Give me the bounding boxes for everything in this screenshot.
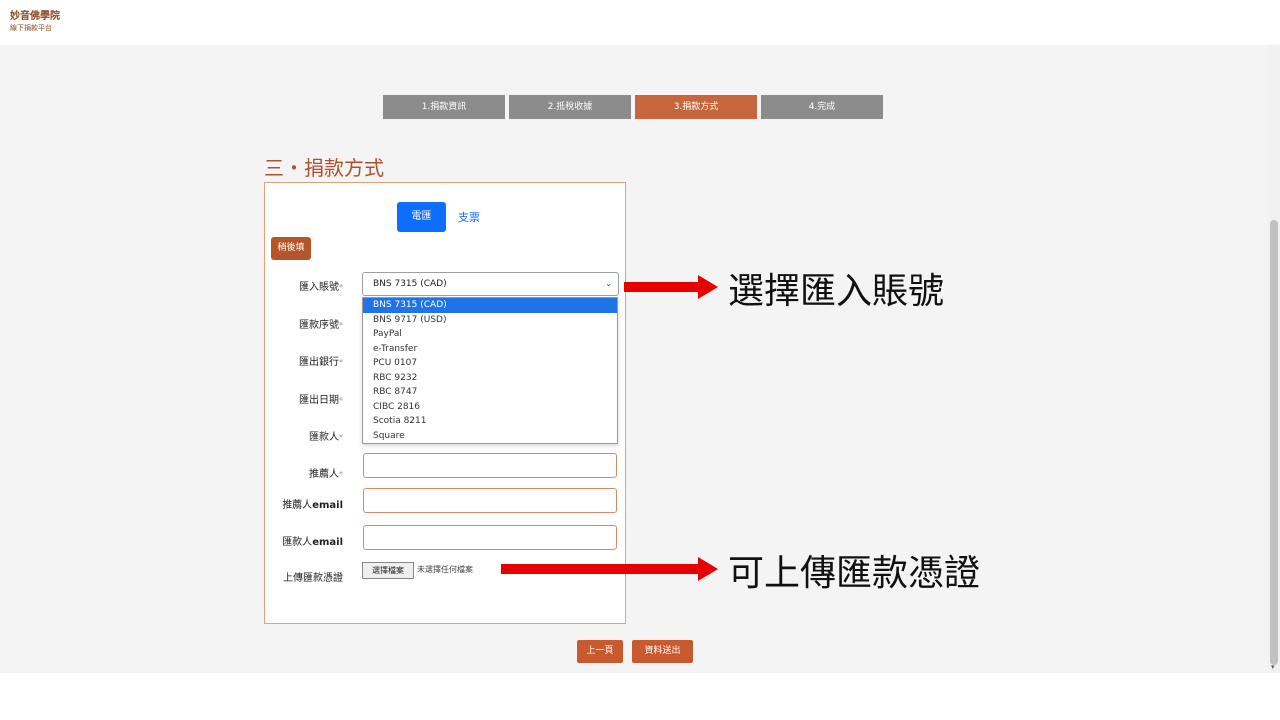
no-file-text: 未選擇任何檔案	[417, 565, 473, 574]
scrollbar-thumb[interactable]	[1270, 220, 1278, 665]
remitter-email-label: 匯款人email	[282, 537, 343, 548]
fill-later-button[interactable]: 稍後填	[271, 237, 311, 260]
serial-label: 匯款序號*	[299, 320, 343, 331]
chevron-down-icon: ⌄	[605, 279, 612, 288]
referrer-label: 推薦人*	[309, 469, 343, 480]
account-label: 匯入賬號*	[299, 282, 343, 293]
account-select[interactable]: BNS 7315 (CAD) ⌄	[362, 272, 619, 296]
remitter-label: 匯款人*	[309, 432, 343, 443]
vertical-scrollbar[interactable]: ▾	[1268, 45, 1280, 673]
submit-button[interactable]: 資料送出	[632, 640, 693, 663]
dropdown-option[interactable]: RBC 9232	[363, 371, 617, 386]
brand-subtitle: 線下捐款平台	[10, 24, 52, 32]
dropdown-option[interactable]: Square	[363, 429, 617, 444]
account-select-value: BNS 7315 (CAD)	[373, 279, 447, 289]
dropdown-option[interactable]: PayPal	[363, 327, 617, 342]
account-dropdown-list[interactable]: BNS 7315 (CAD) BNS 9717 (USD) PayPal e-T…	[362, 297, 618, 444]
scroll-down-icon[interactable]: ▾	[1271, 663, 1275, 671]
remitter-email-input[interactable]	[363, 525, 617, 550]
dropdown-option[interactable]: BNS 7315 (CAD)	[363, 298, 617, 313]
date-label: 匯出日期*	[299, 395, 343, 406]
step-3-active: 3.捐款方式	[635, 95, 757, 119]
choose-file-button[interactable]: 選擇檔案	[362, 562, 414, 579]
annotation-arrow-1	[624, 275, 718, 299]
referrer-input[interactable]	[363, 453, 617, 478]
referrer-email-input[interactable]	[363, 488, 617, 513]
prev-page-button[interactable]: 上一頁	[577, 640, 623, 663]
annotation-upload-proof: 可上傳匯款憑證	[728, 553, 981, 594]
step-4: 4.完成	[761, 95, 883, 119]
section-title: 三・捐款方式	[264, 156, 384, 180]
referrer-email-label: 推薦人email	[282, 500, 343, 511]
annotation-arrow-2	[501, 557, 718, 581]
tab-check[interactable]: 支票	[458, 209, 480, 225]
dropdown-option[interactable]: BNS 9717 (USD)	[363, 313, 617, 328]
dropdown-option[interactable]: CIBC 2816	[363, 400, 617, 415]
dropdown-option[interactable]: e-Transfer	[363, 342, 617, 357]
tab-wire-transfer[interactable]: 電匯	[397, 202, 446, 232]
dropdown-option[interactable]: RBC 8747	[363, 385, 617, 400]
step-2: 2.抵稅收據	[509, 95, 631, 119]
dropdown-option[interactable]: Scotia 8211	[363, 414, 617, 429]
upload-label: 上傳匯款憑證	[283, 573, 343, 584]
bank-label: 匯出銀行*	[299, 357, 343, 368]
annotation-select-account: 選擇匯入賬號	[728, 271, 945, 312]
top-header: 妙音佛學院 線下捐款平台	[0, 0, 1268, 45]
step-1: 1.捐款資訊	[383, 95, 505, 119]
brand-title[interactable]: 妙音佛學院	[10, 7, 60, 22]
dropdown-option[interactable]: PCU 0107	[363, 356, 617, 371]
